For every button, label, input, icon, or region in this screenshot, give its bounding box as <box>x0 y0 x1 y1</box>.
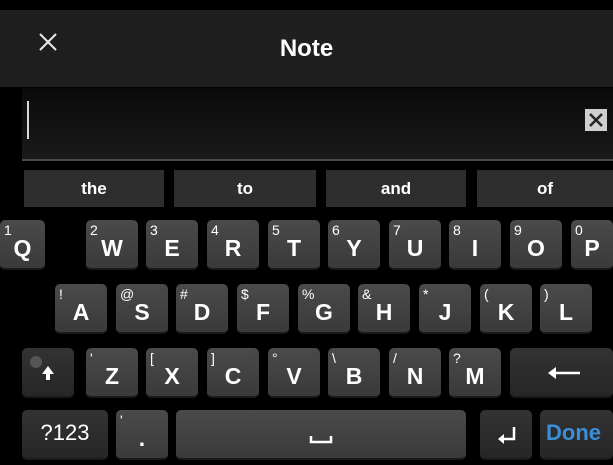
clear-text-button[interactable] <box>584 108 608 132</box>
key-label: U <box>406 235 424 261</box>
key-label: H <box>375 299 393 325</box>
key-z[interactable]: ' Z <box>86 348 138 398</box>
key-label: C <box>224 363 242 389</box>
key-d[interactable]: # D <box>176 284 228 334</box>
key-a[interactable]: ! A <box>55 284 107 334</box>
key-k[interactable]: ( K <box>480 284 532 334</box>
key-label: J <box>438 299 452 325</box>
note-text-field[interactable] <box>22 88 613 161</box>
key-g[interactable]: % G <box>298 284 350 334</box>
key-label: A <box>72 299 90 325</box>
key-label: W <box>101 235 123 261</box>
enter-return-icon <box>498 427 516 444</box>
text-cursor <box>27 101 29 139</box>
key-label: S <box>134 299 150 325</box>
suggestion-and[interactable]: and <box>326 170 466 207</box>
key-label: X <box>164 363 180 389</box>
key-label: Q <box>13 235 32 261</box>
suggestion-of[interactable]: of <box>477 170 613 207</box>
symbols-label: ?123 <box>40 420 90 445</box>
key-label: I <box>471 235 479 261</box>
key-m[interactable]: ? M <box>449 348 501 398</box>
space-bar[interactable] <box>176 410 466 460</box>
key-label: Z <box>104 363 120 389</box>
key-e[interactable]: 3 E <box>146 220 198 270</box>
key-h[interactable]: & H <box>358 284 410 334</box>
key-label: Y <box>346 235 362 261</box>
close-icon <box>39 33 57 51</box>
key-v[interactable]: ° V <box>268 348 320 398</box>
key-label: P <box>584 235 600 261</box>
close-button[interactable] <box>30 24 66 60</box>
key-label: B <box>345 363 363 389</box>
symbols-key[interactable]: ?123 <box>22 410 108 460</box>
key-label: V <box>286 363 302 389</box>
shift-arrow-icon <box>30 356 54 380</box>
clear-x-box-icon <box>585 109 607 131</box>
key-label: F <box>255 299 271 325</box>
key-f[interactable]: $ F <box>237 284 289 334</box>
backspace-key[interactable] <box>510 348 613 398</box>
key-x[interactable]: [ X <box>146 348 198 398</box>
key-label: O <box>527 235 545 261</box>
key-q[interactable]: 1 Q <box>0 220 45 270</box>
key-label: M <box>465 363 485 389</box>
key-label: . <box>138 425 146 451</box>
key-n[interactable]: / N <box>389 348 441 398</box>
key-label: L <box>558 299 574 325</box>
key-u[interactable]: 7 U <box>389 220 441 270</box>
key-b[interactable]: \ B <box>328 348 380 398</box>
done-label: Done <box>546 420 601 445</box>
key-label: D <box>193 299 211 325</box>
key-c[interactable]: ] C <box>207 348 259 398</box>
key-label: N <box>406 363 424 389</box>
key-y[interactable]: 6 Y <box>328 220 380 270</box>
period-key[interactable]: ' . <box>116 410 168 460</box>
key-label: K <box>497 299 515 325</box>
key-label: T <box>286 235 302 261</box>
shift-key[interactable] <box>22 348 74 398</box>
key-i[interactable]: 8 I <box>449 220 501 270</box>
key-r[interactable]: 4 R <box>207 220 259 270</box>
suggestion-to[interactable]: to <box>174 170 316 207</box>
key-w[interactable]: 2 W <box>86 220 138 270</box>
page-title: Note <box>279 35 334 62</box>
key-label: R <box>224 235 242 261</box>
key-l[interactable]: ) L <box>540 284 592 334</box>
key-t[interactable]: 5 T <box>268 220 320 270</box>
key-j[interactable]: * J <box>419 284 471 334</box>
key-p[interactable]: 0 P <box>571 220 613 270</box>
space-bar-icon <box>309 436 333 444</box>
suggestion-the[interactable]: the <box>24 170 164 207</box>
key-label: G <box>315 299 333 325</box>
backspace-arrow-icon <box>548 367 580 379</box>
key-label: E <box>164 235 180 261</box>
done-key[interactable]: Done <box>540 410 613 460</box>
key-o[interactable]: 9 O <box>510 220 562 270</box>
key-s[interactable]: @ S <box>116 284 168 334</box>
enter-key[interactable] <box>480 410 532 460</box>
